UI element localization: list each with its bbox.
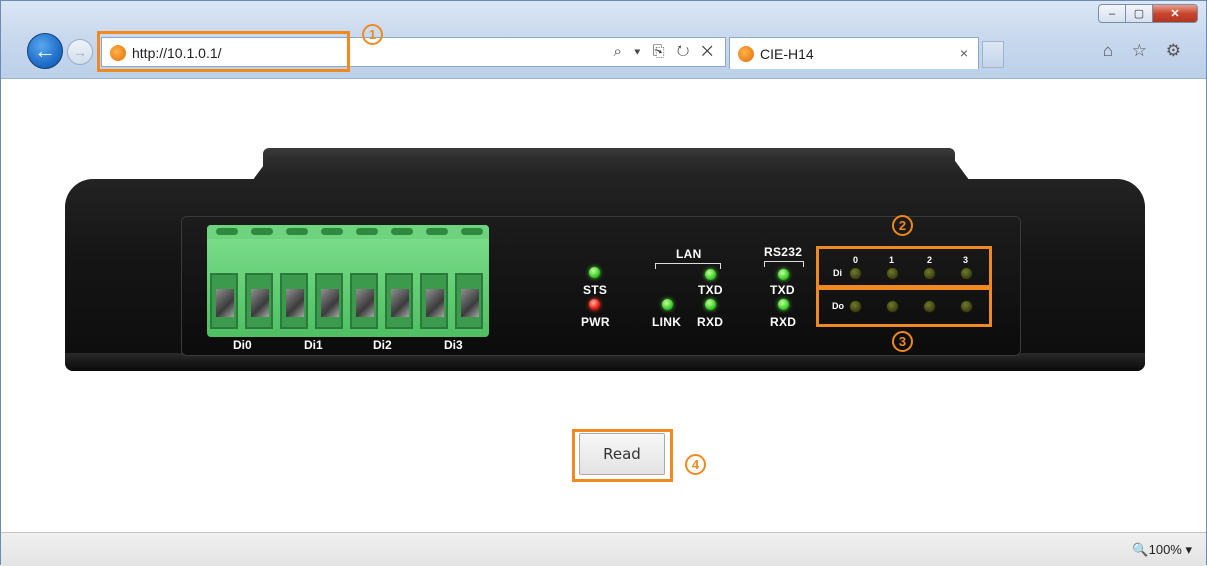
terminal-label-di2: Di2: [373, 338, 392, 352]
terminal-screw: [251, 228, 273, 235]
terminal-slot: [210, 273, 238, 329]
di-led-2: [923, 267, 936, 280]
terminal-label-di3: Di3: [444, 338, 463, 352]
di-led-1: [886, 267, 899, 280]
tab-favicon-icon: [738, 46, 754, 62]
di-index-1: 1: [889, 255, 895, 265]
rs232-txd-led: [778, 269, 789, 280]
new-tab-button[interactable]: [982, 41, 1004, 68]
terminal-slot: [315, 273, 343, 329]
terminal-screw: [426, 228, 448, 235]
minimize-button[interactable]: –: [1098, 4, 1126, 23]
lan-rxd-label: RXD: [697, 315, 724, 329]
do-led-2: [923, 300, 936, 313]
rs232-label: RS232: [764, 245, 803, 259]
tab-close-icon[interactable]: ×: [960, 45, 968, 61]
terminal-screw: [216, 228, 238, 235]
terminal-slot: [385, 273, 413, 329]
terminal-screw: [461, 228, 483, 235]
sts-led: [589, 267, 600, 278]
rs232-bracket: [764, 261, 804, 267]
terminal-block: [207, 225, 489, 337]
maximize-button[interactable]: ▢: [1125, 4, 1153, 23]
back-button[interactable]: ←: [27, 33, 63, 69]
toolbar-icons[interactable]: ⌂ ☆ ⚙: [1103, 41, 1188, 61]
sts-label: STS: [583, 283, 608, 297]
lan-label: LAN: [676, 247, 702, 261]
rs232-rxd-label: RXD: [770, 315, 797, 329]
terminal-screw: [391, 228, 413, 235]
address-bar[interactable]: http://10.1.0.1/ ⌕ ▾ ⎘ ↻ ✕: [101, 37, 726, 67]
site-favicon-icon: [110, 45, 126, 61]
callout-number-2: 2: [892, 215, 913, 236]
title-bar: – ▢ ✕ ← → http://10.1.0.1/ ⌕ ▾ ⎘ ↻ ✕ CIE…: [1, 1, 1206, 79]
lan-link-label: LINK: [652, 315, 682, 329]
do-led-1: [886, 300, 899, 313]
di-index-0: 0: [853, 255, 859, 265]
url-text[interactable]: http://10.1.0.1/: [132, 45, 222, 61]
browser-window: – ▢ ✕ ← → http://10.1.0.1/ ⌕ ▾ ⎘ ↻ ✕ CIE…: [0, 0, 1207, 566]
lan-link-led: [662, 299, 673, 310]
di-led-3: [960, 267, 973, 280]
callout-number-1: 1: [362, 24, 383, 45]
di-label: Di: [833, 268, 842, 278]
terminal-slot: [245, 273, 273, 329]
lan-txd-label: TXD: [698, 283, 723, 297]
do-led-3: [960, 300, 973, 313]
terminal-label-di1: Di1: [304, 338, 323, 352]
pwr-label: PWR: [581, 315, 610, 329]
do-label: Do: [832, 301, 844, 311]
window-controls: – ▢ ✕: [1098, 4, 1198, 23]
terminal-slot: [420, 273, 448, 329]
terminal-slot: [455, 273, 483, 329]
zoom-control[interactable]: 🔍100% ▾: [1132, 542, 1192, 558]
back-arrow-icon: ←: [34, 38, 56, 63]
pwr-led: [589, 299, 600, 310]
terminal-slot: [350, 273, 378, 329]
lan-txd-led: [705, 269, 716, 280]
forward-arrow-icon: →: [73, 44, 87, 60]
terminal-slot: [280, 273, 308, 329]
terminal-screw: [356, 228, 378, 235]
rs232-rxd-led: [778, 299, 789, 310]
terminal-label-di0: Di0: [233, 338, 252, 352]
terminal-screw: [286, 228, 308, 235]
di-index-2: 2: [927, 255, 933, 265]
close-window-button[interactable]: ✕: [1152, 4, 1198, 23]
address-tools[interactable]: ⌕ ▾ ⎘ ↻ ✕: [614, 43, 717, 60]
forward-button[interactable]: →: [67, 39, 93, 65]
lan-rxd-led: [705, 299, 716, 310]
callout-number-3: 3: [892, 331, 913, 352]
callout-number-4: 4: [685, 454, 706, 475]
rs232-txd-label: TXD: [770, 283, 795, 297]
di-index-3: 3: [963, 255, 969, 265]
di-led-0: [849, 267, 862, 280]
status-bar: 🔍100% ▾: [1, 532, 1206, 566]
terminal-screw: [321, 228, 343, 235]
tab-title: CIE-H14: [760, 46, 814, 62]
browser-tab[interactable]: CIE-H14 ×: [729, 37, 979, 69]
do-led-0: [849, 300, 862, 313]
read-button[interactable]: Read: [579, 433, 665, 475]
